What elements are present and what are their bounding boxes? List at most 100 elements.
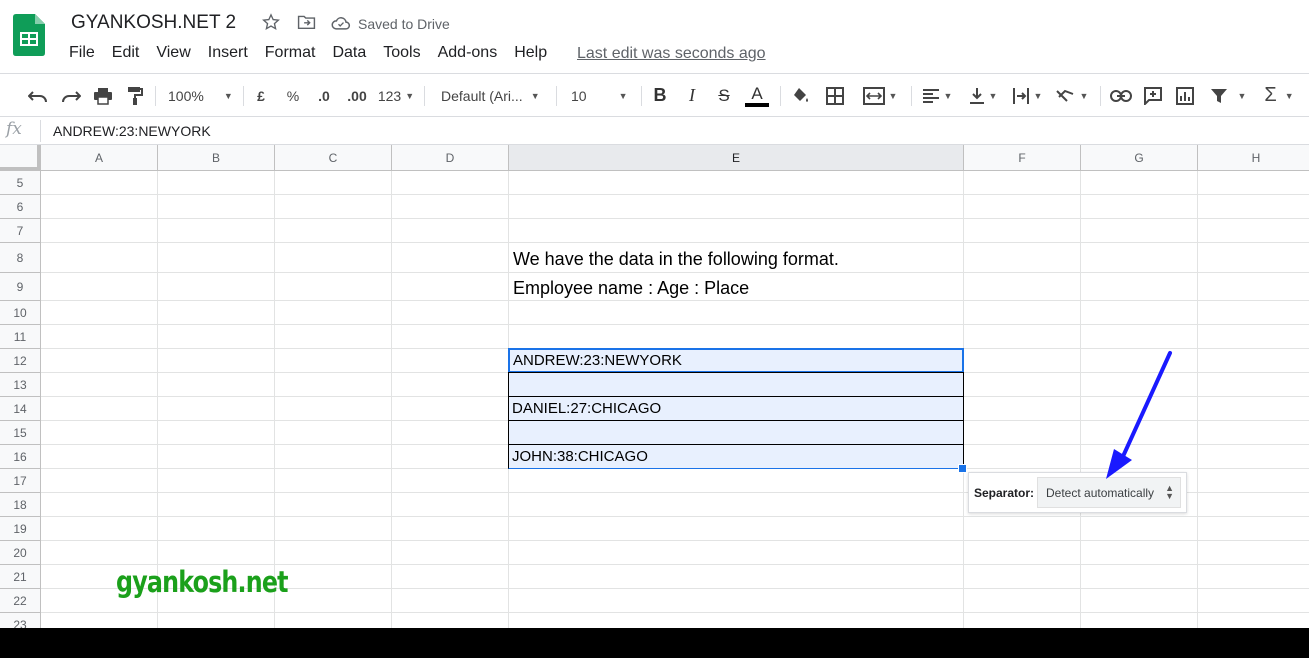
column-header-c[interactable]: C — [275, 145, 392, 171]
grid-line — [41, 324, 1309, 325]
redo-icon[interactable] — [59, 80, 83, 111]
cell-e13[interactable] — [508, 372, 964, 397]
sheets-logo-icon[interactable] — [13, 14, 45, 56]
row-header-18[interactable]: 18 — [0, 493, 41, 517]
menu-tools[interactable]: Tools — [383, 44, 420, 62]
print-icon[interactable] — [91, 80, 115, 111]
fill-handle[interactable] — [958, 464, 967, 473]
text-color-icon[interactable]: A — [744, 80, 770, 111]
row-header-11[interactable]: 11 — [0, 325, 41, 349]
insert-link-icon[interactable] — [1109, 80, 1133, 111]
column-header-f[interactable]: F — [964, 145, 1081, 171]
row-header-9[interactable]: 9 — [0, 273, 41, 301]
text-rotation-icon[interactable]: ▼ — [1053, 80, 1091, 111]
menu-file[interactable]: File — [69, 44, 95, 62]
row-header-22[interactable]: 22 — [0, 589, 41, 613]
row-header-21[interactable]: 21 — [0, 565, 41, 589]
vertical-align-icon[interactable]: ▼ — [964, 80, 1002, 111]
decrease-decimal-button[interactable]: .0 — [313, 80, 335, 111]
column-header-b[interactable]: B — [158, 145, 275, 171]
menu-view[interactable]: View — [156, 44, 190, 62]
row-header-13[interactable]: 13 — [0, 373, 41, 397]
filter-icon[interactable]: ▼ — [1207, 80, 1249, 111]
column-header-a[interactable]: A — [41, 145, 158, 171]
grid-line — [41, 540, 1309, 541]
column-header-h[interactable]: H — [1198, 145, 1309, 171]
menu-insert[interactable]: Insert — [208, 44, 248, 62]
more-formats-button[interactable]: 123 ▼ — [376, 80, 416, 111]
menu-data[interactable]: Data — [332, 44, 366, 62]
row-header-8[interactable]: 8 — [0, 243, 41, 273]
grid-line — [1197, 171, 1198, 628]
grid-line — [157, 171, 158, 628]
bold-icon[interactable]: B — [650, 80, 670, 111]
spreadsheet-grid[interactable]: A B C D E F G H 5 6 7 8 9 10 11 12 13 14… — [0, 145, 1309, 628]
zoom-select[interactable]: 100% ▼ — [168, 80, 238, 111]
chevron-down-icon: ▼ — [1237, 90, 1247, 101]
document-title[interactable]: GYANKOSH.NET 2 — [71, 12, 236, 34]
row-header-14[interactable]: 14 — [0, 397, 41, 421]
cloud-saved-icon[interactable] — [331, 15, 351, 36]
grid-line — [41, 300, 1309, 301]
formula-divider — [40, 120, 41, 142]
move-folder-icon[interactable] — [297, 13, 316, 36]
borders-icon[interactable] — [824, 80, 846, 111]
cell-e12[interactable]: ANDREW:23:NEWYORK — [508, 348, 964, 373]
row-header-6[interactable]: 6 — [0, 195, 41, 219]
row-header-10[interactable]: 10 — [0, 301, 41, 325]
italic-icon[interactable]: I — [682, 80, 702, 111]
cell-e14[interactable]: DANIEL:27:CHICAGO — [508, 396, 964, 421]
currency-format-button[interactable]: £ — [252, 80, 270, 111]
saved-status: Saved to Drive — [358, 16, 450, 32]
merge-cells-icon[interactable]: ▼ — [858, 80, 902, 111]
cell-e15[interactable] — [508, 420, 964, 445]
last-edit-link[interactable]: Last edit was seconds ago — [577, 45, 766, 63]
column-header-g[interactable]: G — [1081, 145, 1198, 171]
menu-add-ons[interactable]: Add-ons — [438, 44, 498, 62]
row-header-16[interactable]: 16 — [0, 445, 41, 469]
select-all-corner[interactable] — [0, 145, 41, 171]
toolbar-divider — [911, 86, 912, 106]
row-header-20[interactable]: 20 — [0, 541, 41, 565]
row-header-5[interactable]: 5 — [0, 171, 41, 195]
chevron-down-icon: ▼ — [1284, 90, 1294, 101]
chevron-down-icon: ▼ — [405, 90, 415, 101]
watermark-text: gyankosh.net — [116, 565, 289, 599]
undo-icon[interactable] — [26, 80, 50, 111]
row-header-7[interactable]: 7 — [0, 219, 41, 243]
cell-e16[interactable]: JOHN:38:CHICAGO — [508, 444, 964, 469]
cell-e9[interactable]: Employee name : Age : Place — [513, 278, 749, 299]
insert-comment-icon[interactable] — [1142, 80, 1164, 111]
insert-chart-icon[interactable] — [1174, 80, 1196, 111]
font-family-select[interactable]: Default (Ari... ▼ — [441, 80, 547, 111]
functions-icon[interactable]: Σ ▼ — [1258, 80, 1300, 111]
column-header-e[interactable]: E — [509, 145, 964, 171]
row-header-23[interactable]: 23 — [0, 613, 41, 628]
cell-e8[interactable]: We have the data in the following format… — [513, 249, 839, 270]
percent-format-button[interactable]: % — [284, 80, 302, 111]
toolbar-divider — [243, 86, 244, 106]
menu-format[interactable]: Format — [265, 44, 316, 62]
increase-decimal-button[interactable]: .00 — [343, 80, 371, 111]
paint-format-icon[interactable] — [124, 80, 146, 111]
row-header-19[interactable]: 19 — [0, 517, 41, 541]
row-header-17[interactable]: 17 — [0, 469, 41, 493]
horizontal-align-icon[interactable]: ▼ — [918, 80, 956, 111]
grid-line — [41, 612, 1309, 613]
grid-line — [41, 218, 1309, 219]
row-header-15[interactable]: 15 — [0, 421, 41, 445]
star-icon[interactable] — [262, 13, 280, 36]
row-header-12[interactable]: 12 — [0, 349, 41, 373]
font-size-select[interactable]: 10 ▼ — [571, 80, 633, 111]
fill-color-icon[interactable] — [790, 80, 812, 111]
annotation-arrow-icon — [1106, 351, 1172, 479]
grid-line — [274, 171, 275, 628]
menu-edit[interactable]: Edit — [112, 44, 140, 62]
strikethrough-icon[interactable]: S — [714, 80, 734, 111]
menu-help[interactable]: Help — [514, 44, 547, 62]
formula-input[interactable]: ANDREW:23:NEWYORK — [53, 123, 211, 139]
bottom-black-bar — [0, 628, 1309, 658]
column-header-d[interactable]: D — [392, 145, 509, 171]
text-wrapping-icon[interactable]: ▼ — [1008, 80, 1046, 111]
more-formats-label: 123 — [377, 87, 402, 104]
